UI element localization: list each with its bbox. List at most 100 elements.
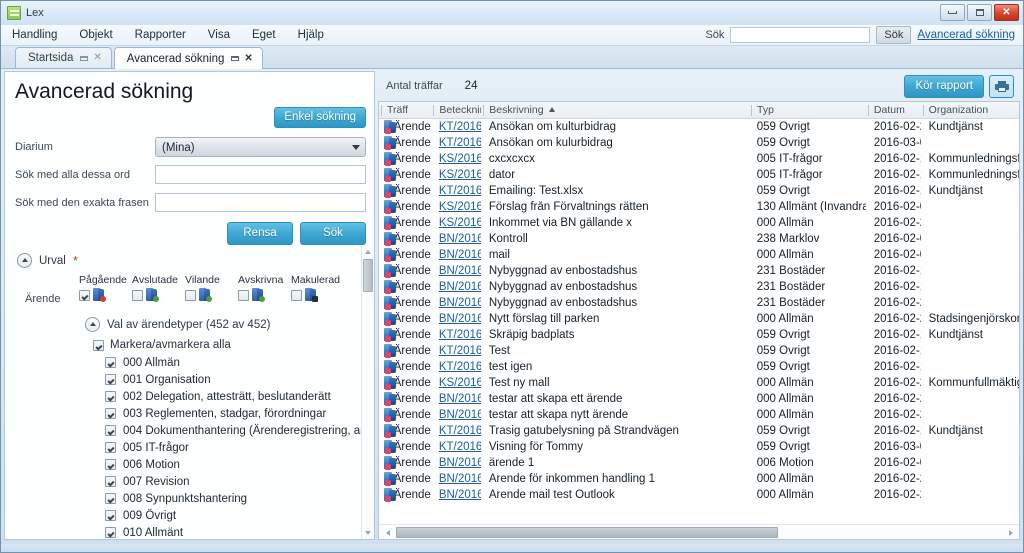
simple-search-button[interactable]: Enkel sökning [274, 107, 366, 128]
table-row[interactable]: Ärende KT/2016:19 Ansökan om kulturbidrag 0… [379, 119, 1019, 135]
menu-item-eget[interactable]: Eget [241, 25, 287, 46]
beteckning-link[interactable]: KS/2016:19 [439, 217, 481, 229]
scrollbar-thumb[interactable] [396, 527, 778, 538]
restore-icon[interactable] [231, 56, 240, 61]
table-row[interactable]: Ärende BN/2016:12 Nybyggnad av enbostadshu… [379, 295, 1019, 311]
status-checkbox-pagaende[interactable] [79, 289, 90, 301]
table-row[interactable]: Ärende KS/2016:16 dator 005 IT-frågor 2016-0… [379, 167, 1019, 183]
beteckning-link[interactable]: BN/2016:11 [439, 281, 481, 293]
beteckning-link[interactable]: KT/2016:14 [439, 425, 481, 437]
exact-phrase-input[interactable] [155, 193, 366, 212]
list-item[interactable]: 003 Reglementen, stadgar, förordningar [105, 405, 374, 422]
urval-section-header[interactable]: Urval * [5, 245, 374, 268]
beteckning-link[interactable]: KT/2016:16 [439, 185, 481, 197]
list-item[interactable]: 002 Delegation, attesträtt, beslutanderä… [105, 388, 374, 405]
column-header-beteckning[interactable]: Beteckning [431, 102, 481, 119]
beteckning-link[interactable]: BN/2016:10 [439, 265, 481, 277]
print-button[interactable] [989, 74, 1014, 98]
list-item[interactable]: 006 Motion [105, 456, 374, 473]
table-row[interactable]: Ärende BN/2016:8 mail 000 Allmän 2016-02-05 [379, 247, 1019, 263]
maximize-button[interactable] [967, 4, 992, 21]
table-row[interactable]: Ärende KT/2016:20 Visning för Tommy 059 Övr… [379, 439, 1019, 455]
list-item[interactable]: 009 Övrigt [105, 507, 374, 524]
beteckning-link[interactable]: BN/2016:13 [439, 393, 481, 405]
beteckning-link[interactable]: KS/2016:18 [439, 377, 481, 389]
case-type-checkbox[interactable] [105, 374, 116, 385]
table-row[interactable]: Ärende BN/2016:14 testar att skapa nytt är… [379, 407, 1019, 423]
menu-item-objekt[interactable]: Objekt [68, 25, 123, 46]
clear-button[interactable]: Rensa [227, 222, 293, 245]
status-checkbox-avslutade[interactable] [132, 289, 143, 301]
beteckning-link[interactable]: KT/2016:18 [439, 361, 481, 373]
case-type-checkbox[interactable] [105, 493, 116, 504]
beteckning-link[interactable]: BN/2016:14 [439, 409, 481, 421]
beteckning-link[interactable]: BN/2016:9 [439, 233, 481, 245]
beteckning-link[interactable]: KT/2016:20 [439, 441, 481, 453]
left-panel-scrollbar[interactable] [361, 245, 374, 539]
scrollbar-thumb[interactable] [363, 259, 373, 292]
case-type-checkbox[interactable] [105, 459, 116, 470]
table-row[interactable]: Ärende KS/2016:18 Test ny mall 000 Allmän 20… [379, 375, 1019, 391]
table-row[interactable]: Ärende KT/2016:17 Test 059 Övrigt 2016-02-15 [379, 343, 1019, 359]
scroll-up-arrow-icon[interactable] [362, 245, 374, 258]
scroll-down-arrow-icon[interactable] [362, 526, 374, 539]
chevron-up-icon[interactable] [17, 253, 32, 268]
beteckning-link[interactable]: KS/2016:16 [439, 169, 481, 181]
beteckning-link[interactable]: KT/2016:19 [439, 121, 481, 133]
table-row[interactable]: Ärende KT/2016:18 test igen 059 Övrigt 2016-… [379, 359, 1019, 375]
table-row[interactable]: Ärende KS/2016:14 Förslag från Förvaltning… [379, 199, 1019, 215]
list-item[interactable]: 004 Dokumenthantering (Ärenderegistrerin… [105, 422, 374, 439]
status-checkbox-vilande[interactable] [185, 289, 196, 301]
beteckning-link[interactable]: BN/2016:7 [439, 457, 481, 469]
close-icon[interactable]: ✕ [93, 53, 101, 63]
column-header-beskrivning[interactable]: Beskrivning [481, 102, 749, 119]
beteckning-link[interactable]: KS/2016:14 [439, 201, 481, 213]
list-item[interactable]: 005 IT-frågor [105, 439, 374, 456]
menu-item-visa[interactable]: Visa [197, 25, 241, 46]
table-row[interactable]: Ärende BN/2016:13 testar att skapa ett äre… [379, 391, 1019, 407]
table-row[interactable]: Ärende KT/2016:16 Emailing: Test.xlsx 059 Ö… [379, 183, 1019, 199]
scroll-right-arrow-icon[interactable] [1004, 526, 1017, 539]
table-row[interactable]: Ärende KT/2016:14 Trasig gatubelysning på … [379, 423, 1019, 439]
table-row[interactable]: Ärende BN/2016:17 Ärende mail test Outlook… [379, 487, 1019, 503]
tab-startsida[interactable]: Startsida ✕ [15, 47, 112, 68]
search-button[interactable]: Sök [300, 222, 366, 245]
table-row[interactable]: Ärende KT/2016:15 Skräpig badplats 059 Övri… [379, 327, 1019, 343]
list-item[interactable]: 001 Organisation [105, 371, 374, 388]
table-row[interactable]: Ärende BN/2016:9 Kontroll 238 Marklov 2016-0… [379, 231, 1019, 247]
case-type-checkbox[interactable] [105, 357, 116, 368]
quick-search-input[interactable] [730, 27, 871, 43]
restore-icon[interactable] [80, 55, 89, 61]
close-icon[interactable]: ✕ [244, 53, 252, 64]
beteckning-link[interactable]: KT/2016:15 [439, 329, 481, 341]
case-types-section-header[interactable]: Val av ärendetyper (452 av 452) [5, 305, 374, 332]
list-item[interactable]: 008 Synpunktshantering [105, 490, 374, 507]
table-row[interactable]: Ärende KS/2016:19 Inkommet via BN gällande… [379, 215, 1019, 231]
quick-search-button[interactable]: Sök [876, 26, 912, 44]
close-button[interactable]: ✕ [994, 4, 1019, 21]
list-item[interactable]: 000 Allmän [105, 354, 374, 371]
beteckning-link[interactable]: KT/2016:21 [439, 137, 481, 149]
beteckning-link[interactable]: BN/2016:17 [439, 489, 481, 501]
scroll-left-arrow-icon[interactable] [381, 526, 394, 539]
table-row[interactable]: Ärende KS/2016:17 cxcxcxcx 005 IT-frågor 201… [379, 151, 1019, 167]
column-header-datum[interactable]: Datum [866, 102, 921, 119]
advanced-search-link[interactable]: Avancerad sökning [917, 29, 1015, 41]
case-type-checkbox[interactable] [105, 510, 116, 521]
case-type-checkbox[interactable] [105, 391, 116, 402]
beteckning-link[interactable]: BN/2016:16 [439, 313, 481, 325]
menu-item-hjalp[interactable]: Hjälp [287, 25, 335, 46]
status-checkbox-avskrivna[interactable] [238, 289, 249, 301]
tab-avancerad-sokning[interactable]: Avancerad sökning ✕ [113, 47, 263, 69]
beteckning-link[interactable]: KS/2016:17 [439, 153, 481, 165]
results-horizontal-scrollbar[interactable] [379, 524, 1019, 539]
case-type-checkbox[interactable] [105, 527, 116, 538]
chevron-up-icon[interactable] [85, 317, 100, 332]
select-all-checkbox[interactable] [93, 339, 104, 351]
table-row[interactable]: Ärende BN/2016:11 Nybyggnad av enbostadshu… [379, 279, 1019, 295]
menu-item-rapporter[interactable]: Rapporter [124, 25, 197, 46]
list-item[interactable]: 007 Revision [105, 473, 374, 490]
case-type-checkbox[interactable] [105, 408, 116, 419]
menu-item-handling[interactable]: Handling [1, 25, 68, 46]
case-type-checkbox[interactable] [105, 425, 116, 436]
